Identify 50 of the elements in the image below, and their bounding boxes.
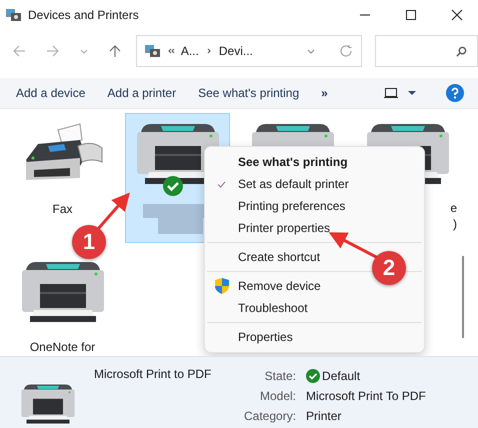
search-field[interactable] [375, 35, 478, 67]
menu-item[interactable]: Properties [205, 326, 297, 348]
arrow [96, 192, 130, 230]
address-bar[interactable]: A... Devi... [136, 35, 362, 67]
up-icon[interactable] [108, 44, 122, 58]
check-badge-icon [162, 176, 182, 196]
menu-item[interactable]: Create shortcut [205, 246, 324, 268]
app-icon [6, 8, 22, 22]
printer-icon [20, 383, 76, 425]
shield-icon [214, 278, 228, 294]
checkmark-icon [217, 180, 226, 188]
field-value: Microsoft Print To PDF [306, 388, 426, 405]
double-chevron-icon [166, 47, 175, 55]
device-label: e [450, 200, 457, 216]
close-icon[interactable] [451, 9, 463, 21]
search-icon [456, 46, 467, 56]
menu-item[interactable]: Remove device [205, 275, 325, 297]
menu-item[interactable]: Troubleshoot [205, 297, 312, 319]
refresh-icon[interactable] [339, 44, 354, 58]
more-button[interactable]: » [313, 82, 336, 104]
device-label: Fax [52, 202, 72, 216]
breadcrumb[interactable]: Devi... [218, 44, 253, 58]
chevron-down-icon[interactable] [307, 47, 316, 55]
printer-icon[interactable] [20, 260, 106, 324]
dropdown-icon[interactable] [408, 90, 416, 96]
field-value: Printer [306, 408, 342, 425]
field-label: Model: [259, 388, 296, 405]
check-badge-icon [306, 369, 320, 383]
menu-item[interactable]: Printer properties [205, 217, 334, 239]
scrollbar-thumb[interactable] [462, 256, 464, 338]
device-label: ) [453, 216, 457, 232]
window-title: Devices and Printers [28, 8, 139, 22]
breadcrumb[interactable]: A... [180, 44, 199, 58]
menu-item[interactable]: See what's printing [205, 151, 352, 173]
help-icon[interactable] [446, 84, 464, 102]
field-label: Category: [244, 408, 296, 425]
field-label: State: [264, 368, 296, 385]
step-number: 1 [72, 225, 106, 259]
device-label: OneNote for [30, 340, 96, 354]
toolbar-button[interactable]: See what's printing [190, 82, 308, 104]
view-icon[interactable] [384, 87, 398, 99]
maximize-icon[interactable] [405, 9, 417, 21]
toolbar-button[interactable]: Add a printer [99, 82, 184, 104]
menu-item[interactable]: Set as default printer [205, 173, 353, 195]
menu-item[interactable]: Printing preferences [205, 195, 350, 217]
chevron-right-icon [204, 47, 213, 55]
folder-icon [144, 44, 161, 58]
field-value: Default [322, 368, 360, 385]
device-name: Microsoft Print to PDF [94, 367, 212, 381]
toolbar-button[interactable]: Add a device [8, 82, 94, 104]
